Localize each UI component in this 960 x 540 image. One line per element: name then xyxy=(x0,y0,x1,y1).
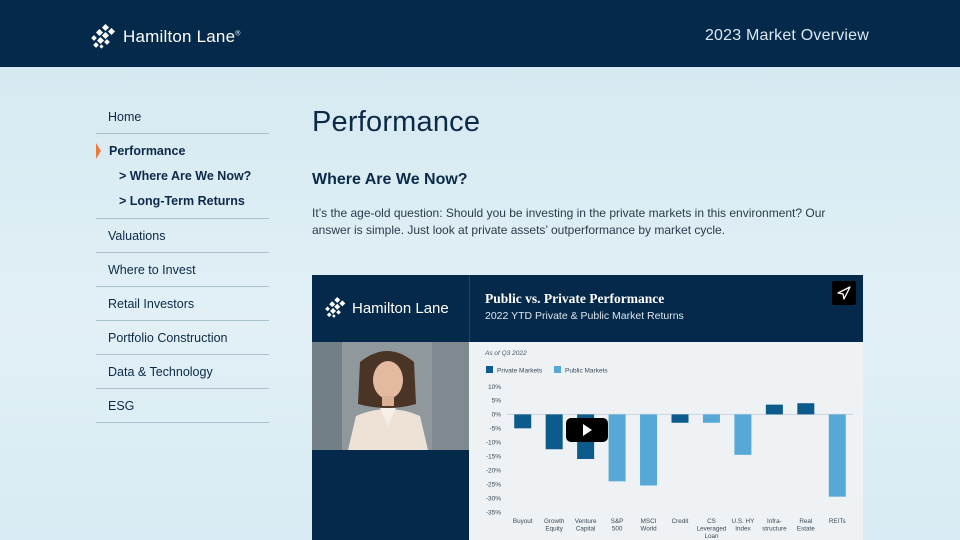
presenter-image xyxy=(312,342,469,450)
x-tick-label: S&P xyxy=(611,518,624,525)
sidebar-subitem-where-are-we-now[interactable]: > Where Are We Now? xyxy=(96,168,269,184)
y-tick-label: -20% xyxy=(486,467,501,474)
legend-label: Private Markets xyxy=(497,368,543,375)
sidebar-subitem-long-term-returns[interactable]: > Long-Term Returns xyxy=(96,193,269,209)
sidebar-item-home[interactable]: Home xyxy=(96,100,269,134)
sidebar-item-esg[interactable]: ESG xyxy=(96,389,269,423)
sidebar-item-label: ESG xyxy=(108,399,135,413)
play-icon xyxy=(583,424,592,436)
video-subtitle: 2022 YTD Private & Public Market Returns xyxy=(485,310,684,322)
chart-bar xyxy=(734,414,752,455)
hamilton-lane-logo-icon xyxy=(91,24,116,49)
chart-bar xyxy=(797,403,815,415)
sidebar-item-valuations[interactable]: Valuations xyxy=(96,219,269,253)
legend-swatch xyxy=(554,366,561,373)
legend-label: Public Markets xyxy=(565,368,608,375)
page-title: Performance xyxy=(312,106,481,138)
x-tick-label: U.S. HY xyxy=(732,518,756,525)
chart-bar xyxy=(765,404,783,415)
active-marker-icon xyxy=(96,143,101,159)
sidebar-item-where-to-invest[interactable]: Where to Invest xyxy=(96,253,269,287)
y-tick-label: 5% xyxy=(492,398,502,405)
y-tick-label: 10% xyxy=(488,384,501,391)
sidebar-item-retail-investors[interactable]: Retail Investors xyxy=(96,287,269,321)
sidebar-item-label: Home xyxy=(108,110,142,124)
x-tick-label: structure xyxy=(762,526,787,533)
video-header-divider xyxy=(469,275,470,342)
y-tick-label: -35% xyxy=(486,509,501,516)
sidebar-group-performance: Performance > Where Are We Now? > Long-T… xyxy=(96,134,269,219)
y-tick-label: 0% xyxy=(492,412,502,419)
share-button[interactable] xyxy=(832,281,856,305)
x-tick-label: CS xyxy=(707,518,716,525)
sidebar-item-label: Portfolio Construction xyxy=(108,331,228,345)
y-tick-label: -30% xyxy=(486,495,501,502)
x-tick-label: 500 xyxy=(612,526,623,533)
chart-bar xyxy=(608,414,626,482)
sidebar-item-performance[interactable]: Performance xyxy=(96,143,269,159)
video-brand-logo: Hamilton Lane xyxy=(325,297,449,319)
x-tick-label: Real xyxy=(799,518,812,525)
sidebar-item-label: Valuations xyxy=(108,229,166,243)
x-tick-label: Venture xyxy=(575,518,597,525)
chart-note: As of Q3 2022 xyxy=(484,350,527,357)
top-bar: Hamilton Lane® 2023 Market Overview xyxy=(0,0,960,67)
x-tick-label: Leveraged xyxy=(697,526,727,533)
brand-name: Hamilton Lane® xyxy=(123,27,241,46)
video-title: Public vs. Private Performance xyxy=(485,291,665,306)
main-content: Performance Where Are We Now? It’s the a… xyxy=(312,100,864,238)
video-sidebar-panel xyxy=(312,450,469,540)
sidebar-nav: Home Performance > Where Are We Now? > L… xyxy=(96,100,269,423)
x-tick-label: Credit xyxy=(672,518,689,525)
y-tick-label: -15% xyxy=(486,454,501,461)
sidebar-item-label: Where to Invest xyxy=(108,263,196,277)
x-tick-label: Capital xyxy=(576,526,596,533)
sidebar-item-label: Data & Technology xyxy=(108,365,213,379)
x-tick-label: Index xyxy=(735,526,751,533)
y-tick-label: -10% xyxy=(486,440,501,447)
chart-bar xyxy=(545,414,563,450)
chart-panel: As of Q3 2022 Private Markets Public Marke… xyxy=(469,342,863,540)
x-tick-label: REITs xyxy=(829,518,846,525)
sidebar-item-portfolio-construction[interactable]: Portfolio Construction xyxy=(96,321,269,355)
chart-bar xyxy=(671,414,689,423)
sidebar-item-label: Retail Investors xyxy=(108,297,195,311)
presenter-video-frame xyxy=(312,342,469,450)
sidebar-item-label: Performance xyxy=(109,144,186,158)
play-button[interactable] xyxy=(566,418,608,442)
legend-swatch xyxy=(486,366,493,373)
x-tick-label: Equity xyxy=(545,526,563,533)
video-brand-name: Hamilton Lane xyxy=(352,299,449,317)
x-tick-label: Estate xyxy=(797,526,815,533)
chart-bar xyxy=(702,414,720,423)
brand-logo[interactable]: Hamilton Lane® xyxy=(91,24,241,50)
x-tick-label: World xyxy=(640,526,657,533)
section-heading: Where Are We Now? xyxy=(312,171,468,188)
x-tick-label: Loan xyxy=(704,533,719,540)
share-arrow-icon xyxy=(837,286,851,300)
y-tick-label: -25% xyxy=(486,481,501,488)
sidebar-item-data-technology[interactable]: Data & Technology xyxy=(96,355,269,389)
hamilton-lane-logo-icon xyxy=(325,297,346,318)
performance-bar-chart: As of Q3 2022 Private Markets Public Marke… xyxy=(484,350,853,540)
y-tick-label: -5% xyxy=(489,426,501,433)
page-header-title: 2023 Market Overview xyxy=(704,27,869,44)
x-tick-label: Infra- xyxy=(767,518,782,525)
chart-bar xyxy=(514,414,532,429)
x-tick-label: Buyout xyxy=(513,518,533,525)
x-tick-label: Growth xyxy=(544,518,565,525)
video-header: Hamilton Lane Public vs. Private Perform… xyxy=(312,275,863,342)
x-tick-label: MSCI xyxy=(641,518,657,525)
video-player[interactable]: Hamilton Lane Public vs. Private Perform… xyxy=(312,275,863,540)
intro-paragraph: It’s the age-old question: Should you be… xyxy=(312,206,826,237)
chart-bar xyxy=(828,414,846,497)
chart-bar xyxy=(640,414,658,486)
